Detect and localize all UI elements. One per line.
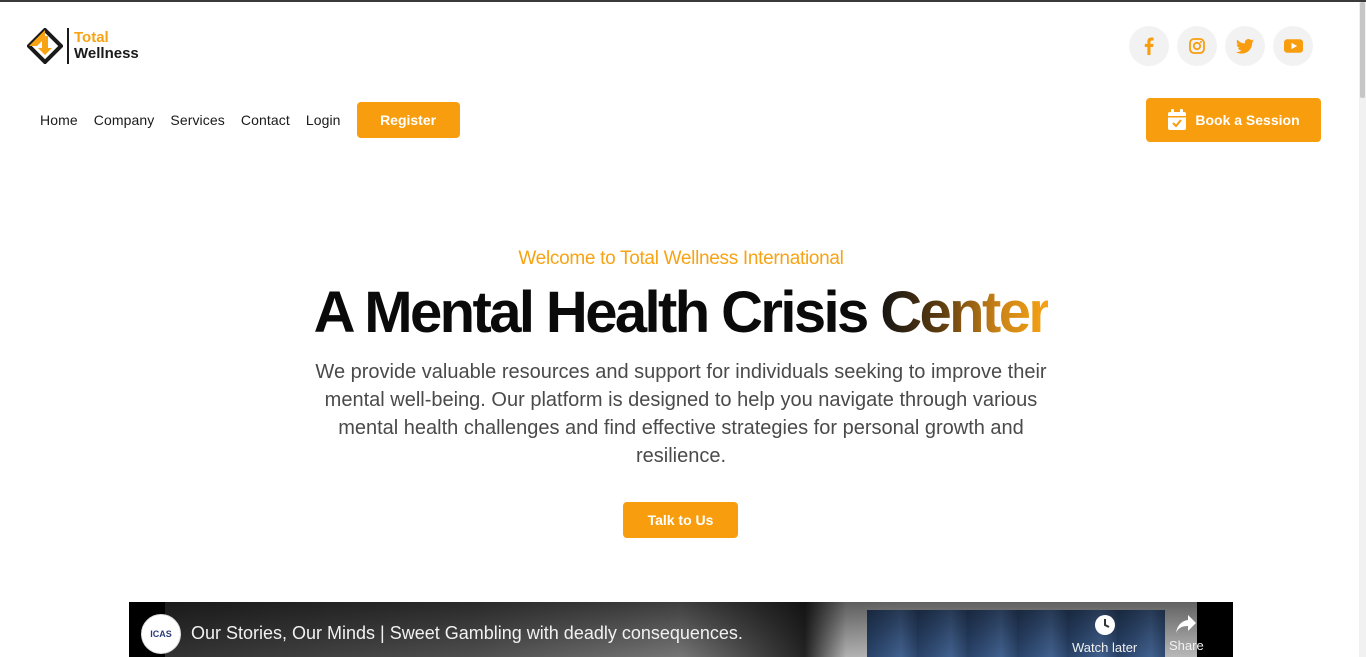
nav-contact[interactable]: Contact xyxy=(241,112,290,128)
channel-avatar[interactable]: ICAS xyxy=(141,614,181,654)
headline-main: A Mental Health Crisis xyxy=(313,280,881,345)
clock-icon xyxy=(1094,615,1115,635)
nav-services[interactable]: Services xyxy=(170,112,224,128)
share-label: Share xyxy=(1169,638,1204,653)
youtube-icon xyxy=(1283,39,1303,53)
hero-description: We provide valuable resources and suppor… xyxy=(315,361,1047,467)
share-icon xyxy=(1176,615,1197,633)
share-button[interactable]: Share xyxy=(1169,614,1204,653)
channel-name: ICAS xyxy=(150,629,172,639)
video-title[interactable]: Our Stories, Our Minds | Sweet Gambling … xyxy=(191,623,743,644)
twitter-link[interactable] xyxy=(1225,26,1265,66)
instagram-icon xyxy=(1189,38,1205,54)
logo-mark-icon xyxy=(27,28,63,64)
instagram-link[interactable] xyxy=(1177,26,1217,66)
hero-headline: A Mental Health Crisis Center xyxy=(0,280,1362,346)
logo-divider xyxy=(67,28,69,64)
scrollbar-thumb[interactable] xyxy=(1360,2,1365,98)
headline-accent: Center xyxy=(880,280,1051,345)
book-session-button[interactable]: Book a Session xyxy=(1146,98,1321,142)
watch-later-button[interactable]: Watch later xyxy=(1072,614,1137,655)
social-links xyxy=(1129,26,1313,66)
facebook-link[interactable] xyxy=(1129,26,1169,66)
register-button[interactable]: Register xyxy=(356,102,460,138)
calendar-check-icon xyxy=(1168,109,1187,130)
window-top-border xyxy=(0,0,1366,2)
watch-later-label: Watch later xyxy=(1072,640,1138,655)
logo-wellness: Wellness xyxy=(74,45,139,62)
book-session-label: Book a Session xyxy=(1195,112,1300,128)
facebook-icon xyxy=(1144,37,1154,55)
youtube-link[interactable] xyxy=(1273,26,1313,66)
logo-total: Total xyxy=(74,29,109,46)
video-embed[interactable]: ICAS Our Stories, Our Minds | Sweet Gamb… xyxy=(129,602,1233,657)
nav-home[interactable]: Home xyxy=(40,112,78,128)
twitter-icon xyxy=(1236,38,1254,54)
welcome-text: Welcome to Total Wellness International xyxy=(518,248,844,269)
main-nav: Home Company Services Contact Login Regi… xyxy=(40,102,460,138)
nav-login[interactable]: Login xyxy=(306,112,341,128)
logo-text: Total Wellness xyxy=(74,30,139,62)
talk-to-us-button[interactable]: Talk to Us xyxy=(623,502,738,538)
nav-company[interactable]: Company xyxy=(94,112,155,128)
brand-logo[interactable]: Total Wellness xyxy=(27,28,139,64)
